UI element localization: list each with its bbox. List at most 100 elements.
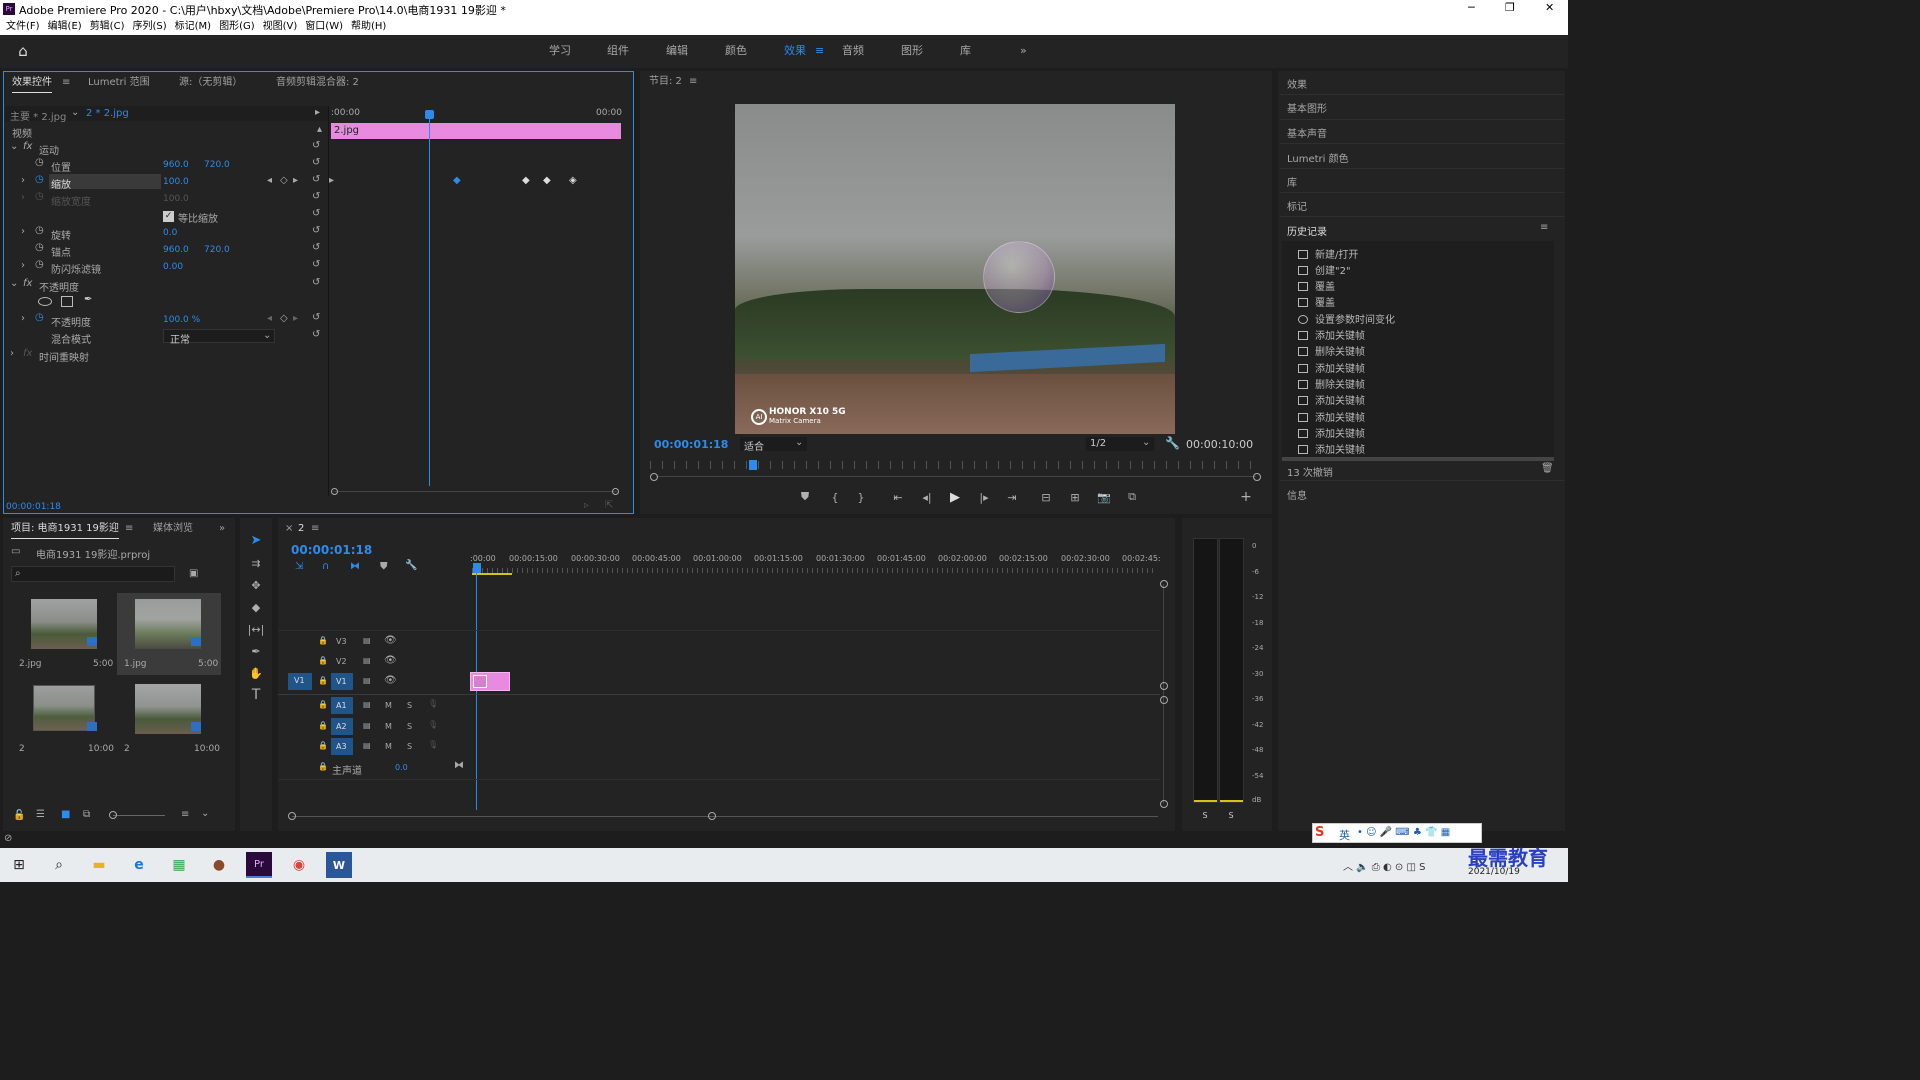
go-to-in-icon[interactable]: ⇤ (890, 490, 906, 504)
ime-language[interactable]: 英 (1339, 827, 1350, 843)
program-playhead-handle[interactable] (749, 460, 757, 470)
project-search-input[interactable]: ⌕ (11, 566, 175, 582)
history-item[interactable]: 覆盖 (1298, 278, 1335, 294)
next-keyframe-icon[interactable]: ▸ (293, 175, 298, 186)
rotation-value[interactable]: 0.0 (163, 228, 177, 238)
system-tray-icons[interactable]: ︿ 🔈 ⎙ ◐ ⊙ ◫ S (1343, 858, 1425, 873)
sequence-clip-label[interactable]: 2 * 2.jpg (86, 108, 129, 119)
go-to-out-icon[interactable]: ⇥ (1004, 490, 1020, 504)
menu-help[interactable]: 帮助(H) (351, 18, 386, 35)
close-sequence-icon[interactable]: × (285, 520, 293, 538)
settings-wrench-icon[interactable]: 🔧 (1165, 436, 1180, 450)
video-clip[interactable] (470, 672, 510, 691)
premiere-taskbar-icon[interactable]: Pr (246, 852, 272, 878)
sync-lock-icon[interactable]: ▤ (363, 636, 371, 645)
expand-icon[interactable]: › (21, 192, 25, 203)
scroll-handle[interactable] (1160, 696, 1168, 704)
eye-icon[interactable]: 👁 (384, 655, 397, 666)
scroll-handle-left[interactable] (288, 812, 296, 820)
clip-selected-segment[interactable] (473, 675, 487, 688)
position-y-value[interactable]: 720.0 (204, 160, 230, 170)
workspace-menu-icon[interactable]: ≡ (815, 35, 824, 66)
scroll-handle[interactable] (1160, 682, 1168, 690)
ec-timecode[interactable]: 00:00:01:18 (6, 502, 61, 512)
master-volume-value[interactable]: 0.0 (395, 763, 408, 772)
menu-clip[interactable]: 剪辑(C) (90, 18, 125, 35)
track-label[interactable]: A3 (336, 742, 347, 751)
stopwatch-active-icon[interactable]: ◷ (35, 312, 44, 323)
media-thumbnail[interactable]: 2.jpg 5:00 (13, 593, 118, 674)
workspace-graphics[interactable]: 图形 (901, 35, 923, 66)
chevron-down-icon[interactable]: ⌄ (71, 107, 79, 118)
solo-right-button[interactable]: S (1222, 808, 1240, 822)
reset-icon[interactable]: ↺ (312, 174, 320, 185)
lock-icon[interactable]: 🔒 (318, 636, 328, 645)
windows-start-icon[interactable]: ⊞ (6, 852, 32, 878)
stopwatch-icon[interactable]: ◷ (35, 157, 44, 168)
close-button[interactable]: ✕ (1545, 1, 1554, 14)
thumbnail-size-slider[interactable] (113, 815, 165, 816)
master-clip-label[interactable]: 主要 * 2.jpg (10, 108, 66, 123)
play-only-icon[interactable]: ▸ (315, 107, 320, 118)
mark-in-icon[interactable]: { (827, 490, 843, 504)
stopwatch-icon[interactable]: ◷ (35, 225, 44, 236)
keyframe-icon[interactable]: ◆ (522, 175, 530, 186)
new-bin-icon[interactable]: ▣ (189, 568, 198, 579)
tab-media-browser[interactable]: 媒体浏览 (153, 520, 193, 538)
program-ruler[interactable] (650, 461, 1260, 469)
expand-icon[interactable]: › (21, 313, 25, 324)
export-icon[interactable]: ⇱ (605, 500, 613, 511)
menu-file[interactable]: 文件(F) (6, 18, 40, 35)
media-thumbnail[interactable]: 2 10:00 (13, 678, 118, 759)
lock-icon[interactable]: 🔒 (318, 676, 328, 685)
pen-mask-icon[interactable]: ✒ (84, 294, 92, 305)
panel-essential-graphics[interactable]: 基本图形 (1287, 100, 1327, 115)
ec-clip-bar[interactable]: 2.jpg (331, 123, 621, 139)
work-area-bar[interactable] (472, 573, 512, 575)
add-keyframe-icon[interactable]: ◇ (280, 313, 288, 324)
workspace-learn[interactable]: 学习 (549, 35, 571, 66)
chevron-down-icon[interactable]: ⌄ (201, 808, 209, 819)
keyframe-icon[interactable]: ◆ (543, 175, 551, 186)
linked-selection-icon[interactable]: ⧓ (350, 561, 360, 572)
menu-edit[interactable]: 编辑(E) (48, 18, 82, 35)
reset-icon[interactable]: ↺ (312, 312, 320, 323)
tab-effect-controls[interactable]: 效果控件 (12, 74, 52, 93)
workspace-libraries[interactable]: 库 (960, 35, 971, 66)
expand-icon[interactable]: › (21, 226, 25, 237)
ime-tools-icons[interactable]: • ☺ 🎤 ⌨ ♣ 👕 ▦ (1357, 827, 1450, 838)
mute-button[interactable]: M (385, 722, 392, 731)
lock-icon[interactable]: 🔒 (318, 656, 328, 665)
panel-menu-icon[interactable]: ≡ (689, 73, 697, 91)
track-label[interactable]: V2 (336, 657, 347, 666)
resolution-select[interactable]: 1/2 ⌄ (1086, 437, 1154, 451)
voiceover-mic-icon[interactable]: 🎙 (428, 699, 438, 708)
stopwatch-icon[interactable]: ◷ (35, 242, 44, 253)
more-panels-icon[interactable]: » (219, 520, 225, 538)
word-icon[interactable]: W (326, 852, 352, 878)
history-scrollbar[interactable] (1282, 457, 1554, 461)
workspace-color[interactable]: 颜色 (725, 35, 747, 66)
rectangle-mask-icon[interactable] (61, 296, 73, 307)
horizontal-zoom-bar[interactable] (292, 816, 1158, 817)
tab-project[interactable]: 项目: 电商1931 19影迎 (11, 520, 119, 539)
workspace-editing[interactable]: 编辑 (666, 35, 688, 66)
panel-menu-icon[interactable]: ≡ (62, 74, 70, 92)
stopwatch-active-icon[interactable]: ◷ (35, 174, 44, 185)
history-item[interactable]: 添加关键帧 (1298, 360, 1365, 376)
history-item[interactable]: 创建"2" (1298, 262, 1351, 278)
expand-icon[interactable]: › (21, 175, 25, 186)
reset-icon[interactable]: ↺ (312, 277, 320, 288)
add-marker-icon[interactable]: ⛊ (380, 561, 388, 572)
mute-button[interactable]: M (385, 742, 392, 751)
mark-out-icon[interactable]: } (853, 490, 869, 504)
history-item[interactable]: 添加关键帧 (1298, 409, 1365, 425)
eye-icon[interactable]: 👁 (384, 635, 397, 646)
reset-icon[interactable]: ↺ (312, 242, 320, 253)
tab-source[interactable]: 源:（无剪辑） (179, 74, 242, 92)
reset-icon[interactable]: ↺ (312, 208, 320, 219)
workspace-effects[interactable]: 效果 (784, 35, 806, 66)
razor-tool-icon[interactable]: ◆ (246, 598, 266, 616)
solo-button[interactable]: S (407, 722, 412, 731)
antiflicker-value[interactable]: 0.00 (163, 262, 183, 272)
